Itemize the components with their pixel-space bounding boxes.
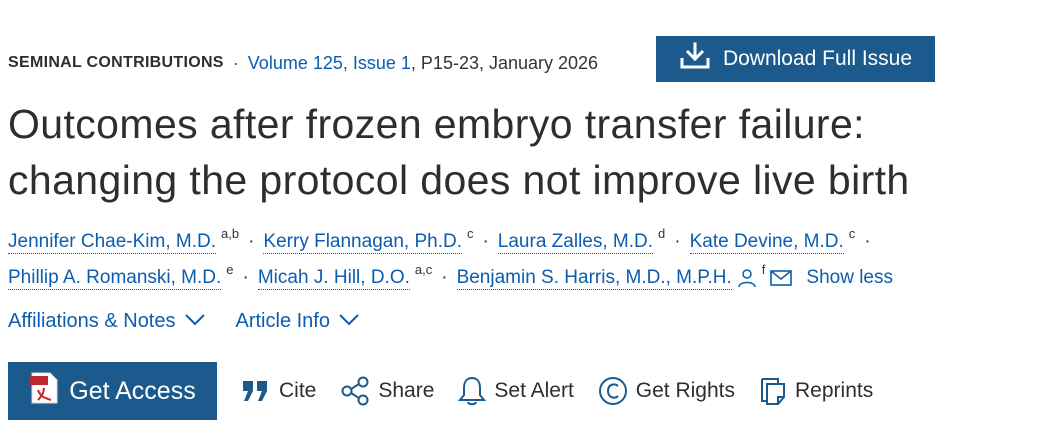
chevron-down-icon [184, 310, 206, 333]
download-label: Download Full Issue [722, 47, 913, 70]
author-separator: · [674, 231, 681, 252]
article-info-toggle[interactable]: Article Info [236, 310, 360, 333]
get-rights-label: Get Rights [635, 379, 736, 402]
share-label: Share [378, 379, 435, 402]
volume-issue-link[interactable]: Volume 125, Issue 1 [248, 53, 411, 74]
author-separator: · [242, 267, 249, 288]
cite-label: Cite [279, 379, 317, 402]
mail-icon[interactable] [770, 269, 793, 287]
person-icon[interactable] [737, 268, 757, 288]
article-title: Outcomes after frozen embryo transfer fa… [8, 101, 910, 203]
affiliation-sup[interactable]: c [849, 216, 856, 252]
author-link[interactable]: Kerry Flannagan, Ph.D. [263, 231, 462, 254]
chevron-down-icon [338, 310, 360, 333]
section-label: SEMINAL CONTRIBUTIONS [8, 54, 224, 71]
author-link[interactable]: Laura Zalles, M.D. [497, 231, 654, 254]
author-link[interactable]: Micah J. Hill, D.O. [257, 267, 410, 290]
share-button[interactable]: Share [340, 376, 434, 406]
get-access-button[interactable]: Get Access [8, 362, 217, 420]
pages-date: P15-23, January 2026 [420, 52, 599, 73]
affiliation-sup[interactable]: f [762, 252, 766, 288]
affiliation-sup[interactable]: c [467, 216, 474, 252]
author-link[interactable]: Phillip A. Romanski, M.D. [8, 267, 222, 290]
affiliation-sup[interactable]: a,b [221, 216, 239, 252]
cite-button[interactable]: Cite [241, 379, 316, 403]
expandable-sections: Affiliations & Notes Article Info [8, 310, 360, 333]
pdf-icon [29, 372, 59, 411]
reprints-icon [759, 376, 787, 406]
get-access-label: Get Access [69, 376, 196, 405]
author-link[interactable]: Kate Devine, M.D. [689, 231, 844, 254]
set-alert-button[interactable]: Set Alert [458, 376, 574, 406]
get-rights-button[interactable]: Get Rights [598, 376, 735, 406]
author-line-1: Jennifer Chae-Kim, M.D. a,b · Kerry Flan… [8, 224, 1033, 260]
meta-separator: · [232, 52, 239, 73]
article-actions: Get Access Cite Share Set Alert Get Righ… [8, 362, 873, 420]
show-less-link[interactable]: Show less [806, 260, 893, 296]
affiliations-notes-label: Affiliations & Notes [8, 310, 176, 332]
download-icon [679, 42, 711, 76]
set-alert-label: Set Alert [494, 379, 574, 402]
affiliation-sup[interactable]: a,c [415, 252, 432, 288]
author-separator: · [864, 231, 871, 252]
copyright-icon [598, 376, 628, 406]
reprints-label: Reprints [795, 379, 874, 402]
quote-icon [241, 379, 271, 403]
author-list: Jennifer Chae-Kim, M.D. a,b · Kerry Flan… [8, 224, 1033, 296]
author-link[interactable]: Benjamin S. Harris, M.D., M.P.H. [456, 267, 732, 290]
affiliation-sup[interactable]: e [226, 252, 233, 288]
author-separator: · [248, 231, 255, 252]
meta-comma: , [410, 52, 421, 73]
affiliations-notes-toggle[interactable]: Affiliations & Notes [8, 310, 206, 333]
affiliation-sup[interactable]: d [658, 216, 665, 252]
article-meta-line: SEMINAL CONTRIBUTIONS · Volume 125, Issu… [8, 50, 598, 76]
author-line-2: Phillip A. Romanski, M.D. e · Micah J. H… [8, 260, 1033, 296]
share-icon [340, 376, 370, 406]
download-full-issue-button[interactable]: Download Full Issue [656, 36, 935, 82]
author-link[interactable]: Jennifer Chae-Kim, M.D. [8, 231, 217, 254]
author-separator: · [441, 267, 448, 288]
article-info-label: Article Info [235, 310, 330, 332]
reprints-button[interactable]: Reprints [759, 376, 873, 406]
author-separator: · [482, 231, 489, 252]
bell-icon [458, 376, 487, 406]
